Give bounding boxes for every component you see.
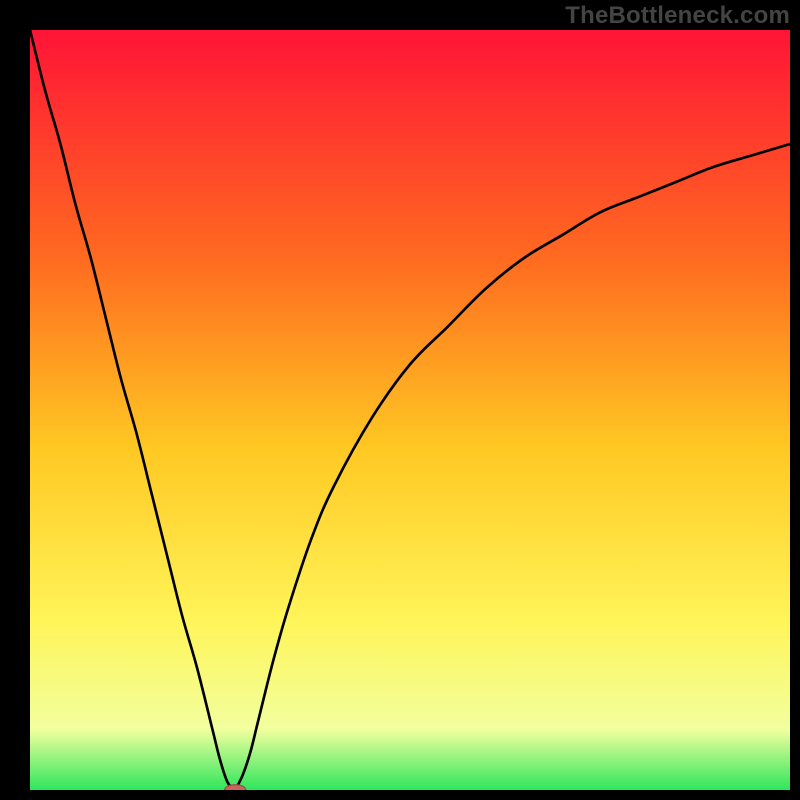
- plot-svg: [30, 30, 790, 790]
- plot-area: [30, 30, 790, 790]
- gradient-background: [30, 30, 790, 790]
- chart-frame: TheBottleneck.com: [0, 0, 800, 800]
- watermark-text: TheBottleneck.com: [565, 2, 790, 30]
